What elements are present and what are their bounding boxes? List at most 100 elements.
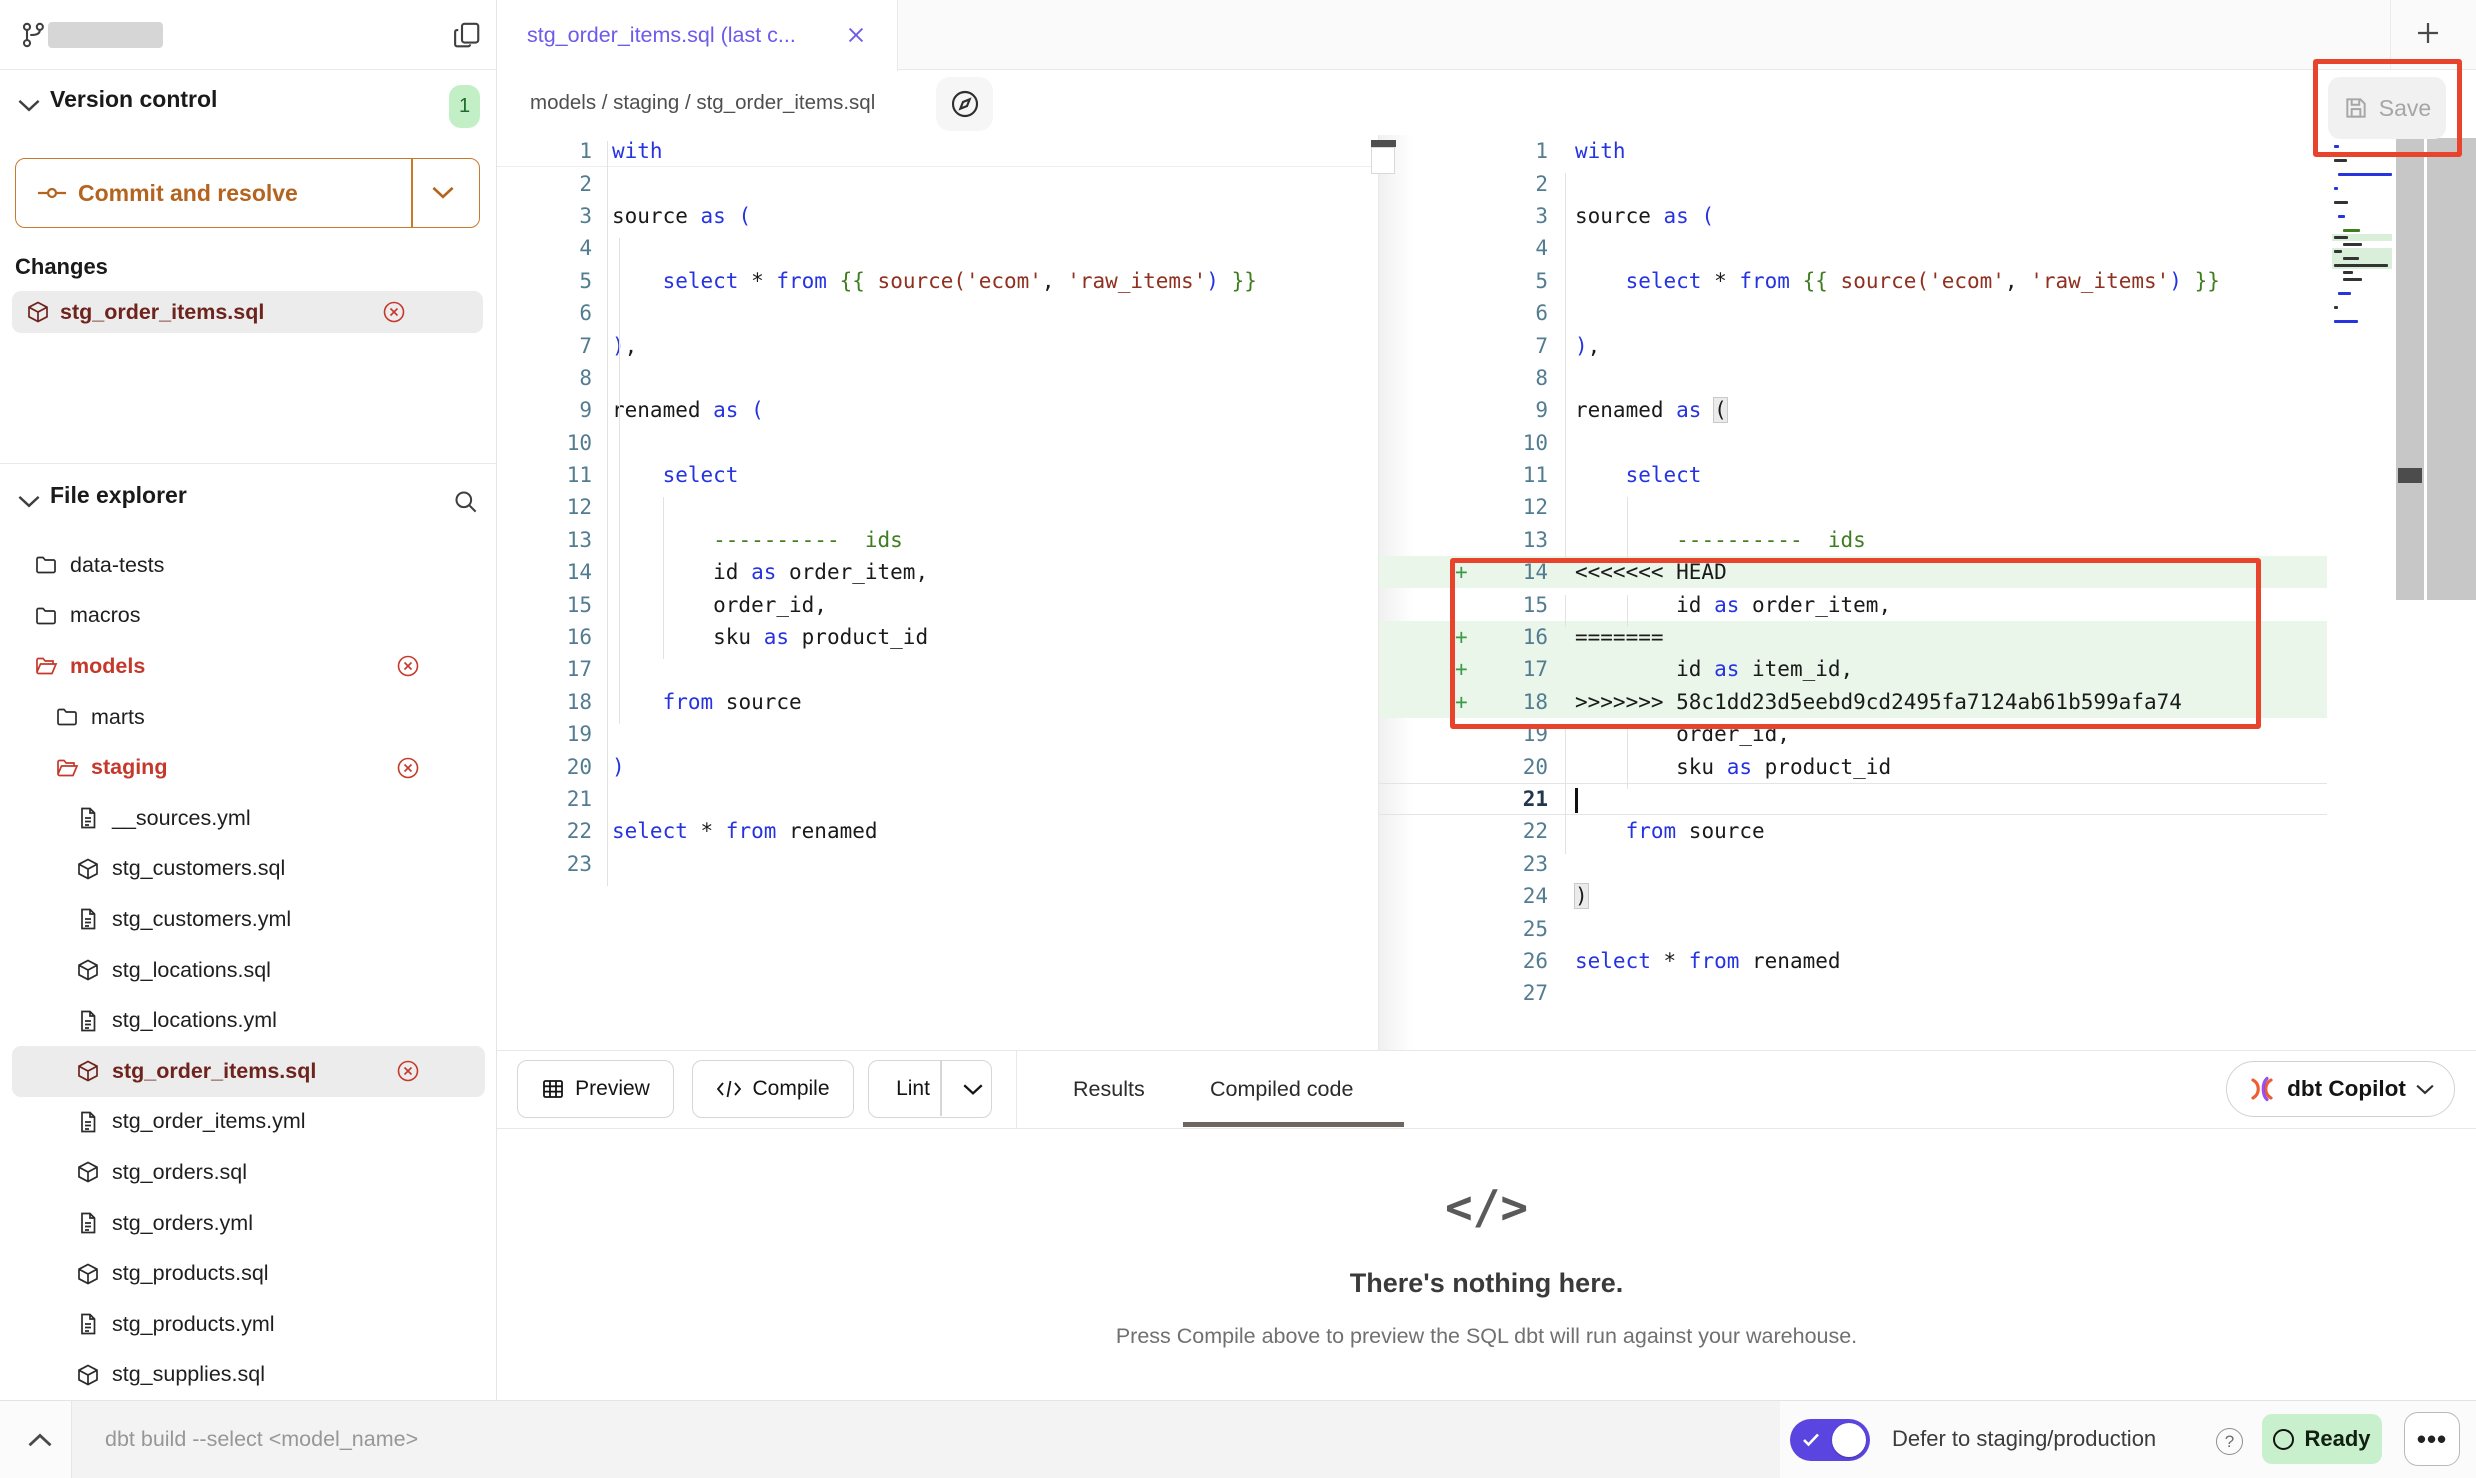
cube-icon xyxy=(76,1363,100,1387)
left-pane-scrollbar-thumb[interactable] xyxy=(1371,140,1396,147)
code-pane-conflict[interactable]: 1with23source as (45 select * from {{ so… xyxy=(1379,135,2476,1050)
dbt-copilot-button[interactable]: dbt Copilot xyxy=(2226,1061,2455,1117)
file-item-stg-supplies-sql[interactable]: stg_supplies.sql xyxy=(0,1350,497,1401)
code-pane-original[interactable]: 1with23source as (45 select * from {{ so… xyxy=(497,135,1378,1050)
file-item-stg-orders-sql[interactable]: stg_orders.sql xyxy=(0,1147,497,1198)
chevron-down-icon[interactable] xyxy=(18,494,40,508)
file-item-stg-products-yml[interactable]: stg_products.yml xyxy=(0,1299,497,1350)
indent-guide xyxy=(1565,724,1566,854)
preview-button-label: Preview xyxy=(575,1077,650,1101)
code-line: 4 xyxy=(497,232,1378,264)
code-line: 20 sku as product_id xyxy=(1379,750,2476,782)
file-item-label: stg_order_items.yml xyxy=(112,1109,306,1134)
tab-title: stg_order_items.sql (last c... xyxy=(527,0,796,70)
model-cube-icon xyxy=(26,300,50,324)
lineage-button[interactable] xyxy=(936,77,993,131)
discard-change-icon[interactable] xyxy=(396,654,420,678)
commit-dropdown-chevron-icon[interactable] xyxy=(432,184,454,200)
chevron-down-icon[interactable] xyxy=(18,98,40,112)
minimap-line xyxy=(2332,185,2392,192)
tab-close-icon[interactable] xyxy=(845,24,867,46)
git-branch-icon xyxy=(20,20,48,50)
code-line: 25 xyxy=(1379,912,2476,944)
file-item-data-tests[interactable]: data-tests xyxy=(0,540,497,591)
copy-icon[interactable] xyxy=(452,20,482,50)
file-item-staging[interactable]: staging xyxy=(0,742,497,793)
more-options-button[interactable]: ••• xyxy=(2404,1412,2460,1466)
tab-results[interactable]: Results xyxy=(1073,1050,1145,1128)
ready-status-icon xyxy=(2273,1429,2294,1450)
defer-label: Defer to staging/production xyxy=(1892,1400,2156,1478)
minimap-line xyxy=(2332,311,2392,318)
save-floppy-icon xyxy=(2343,95,2369,121)
cube-icon xyxy=(76,1059,100,1083)
code-line: 22select * from renamed xyxy=(497,815,1378,847)
minimap-line xyxy=(2332,157,2392,164)
lint-dropdown-chevron-icon[interactable] xyxy=(963,1082,983,1096)
code-line: 11 select xyxy=(497,459,1378,491)
empty-state-title: There's nothing here. xyxy=(497,1268,2476,1299)
code-line: 15 order_id, xyxy=(497,588,1378,620)
file-item-stg-order-items-yml[interactable]: stg_order_items.yml xyxy=(0,1097,497,1148)
file-item-stg-orders-yml[interactable]: stg_orders.yml xyxy=(0,1198,497,1249)
preview-button[interactable]: Preview xyxy=(517,1060,674,1118)
minimap-line xyxy=(2332,297,2392,304)
file-item--sources-yml[interactable]: __sources.yml xyxy=(0,793,497,844)
command-input[interactable]: dbt build --select <model_name> xyxy=(105,1401,418,1478)
file-item-macros[interactable]: macros xyxy=(0,591,497,642)
cube-icon xyxy=(76,1262,100,1286)
ready-status-label: Ready xyxy=(2304,1426,2370,1452)
indent-guide xyxy=(619,238,620,724)
file-item-marts[interactable]: marts xyxy=(0,692,497,743)
minimap-line xyxy=(2332,248,2392,255)
file-item-label: stg_products.yml xyxy=(112,1312,275,1337)
tab-compiled-code[interactable]: Compiled code xyxy=(1210,1050,1353,1128)
file-tree: data-testsmacrosmodelsmartsstaging__sour… xyxy=(0,540,497,1400)
minimap-line xyxy=(2332,220,2392,227)
code-line: 13 ---------- ids xyxy=(497,524,1378,556)
toolbar-divider xyxy=(1016,1050,1017,1128)
code-line: +18>>>>>>> 58c1dd23d5eebd9cd2495fa7124ab… xyxy=(1379,686,2327,718)
code-line: 11 select xyxy=(1379,459,2476,491)
branch-bar xyxy=(0,0,497,70)
file-item-stg-locations-yml[interactable]: stg_locations.yml xyxy=(0,995,497,1046)
window-scrollbar-track[interactable] xyxy=(2427,138,2476,600)
minimap[interactable] xyxy=(2332,143,2392,332)
save-button-label: Save xyxy=(2379,95,2431,122)
file-item-stg-products-sql[interactable]: stg_products.sql xyxy=(0,1248,497,1299)
code-line: 15 id as order_item, xyxy=(1379,588,2476,620)
discard-change-icon[interactable] xyxy=(396,756,420,780)
file-item-stg-order-items-sql[interactable]: stg_order_items.sql xyxy=(12,1046,485,1097)
code-line: 2 xyxy=(497,167,1378,199)
file-item-models[interactable]: models xyxy=(0,641,497,692)
code-line: 20) xyxy=(497,750,1378,782)
indent-guide xyxy=(1627,595,1628,627)
doc-icon xyxy=(76,1211,100,1235)
defer-toggle[interactable] xyxy=(1790,1419,1870,1461)
discard-change-icon[interactable] xyxy=(396,1059,420,1083)
file-item-stg-customers-yml[interactable]: stg_customers.yml xyxy=(0,894,497,945)
ready-status-badge[interactable]: Ready xyxy=(2262,1414,2382,1464)
lint-button[interactable]: Lint xyxy=(868,1060,992,1118)
minimap-line xyxy=(2332,290,2392,297)
commit-icon xyxy=(38,182,66,204)
changed-file-row[interactable]: stg_order_items.sql xyxy=(12,291,483,333)
file-item-stg-locations-sql[interactable]: stg_locations.sql xyxy=(0,945,497,996)
search-icon[interactable] xyxy=(452,488,479,515)
left-pane-scrollbar-track[interactable] xyxy=(1371,147,1395,174)
help-icon[interactable]: ? xyxy=(2216,1428,2243,1455)
code-line: 8 xyxy=(1379,362,2476,394)
code-icon xyxy=(716,1078,742,1100)
expand-panel-chevron-icon[interactable] xyxy=(28,1432,52,1448)
compile-button[interactable]: Compile xyxy=(692,1060,854,1118)
file-item-stg-customers-sql[interactable]: stg_customers.sql xyxy=(0,844,497,895)
save-button[interactable]: Save xyxy=(2328,77,2446,139)
copilot-chevron-icon xyxy=(2416,1083,2434,1095)
discard-change-icon[interactable] xyxy=(382,300,406,324)
branch-name-placeholder[interactable] xyxy=(48,22,163,48)
sidebar-divider xyxy=(0,463,497,464)
editor-scrollbar-track[interactable] xyxy=(2396,138,2424,600)
new-tab-plus-icon[interactable] xyxy=(2413,18,2443,48)
editor-scrollbar-thumb[interactable] xyxy=(2398,468,2422,483)
indent-guide xyxy=(663,497,664,659)
